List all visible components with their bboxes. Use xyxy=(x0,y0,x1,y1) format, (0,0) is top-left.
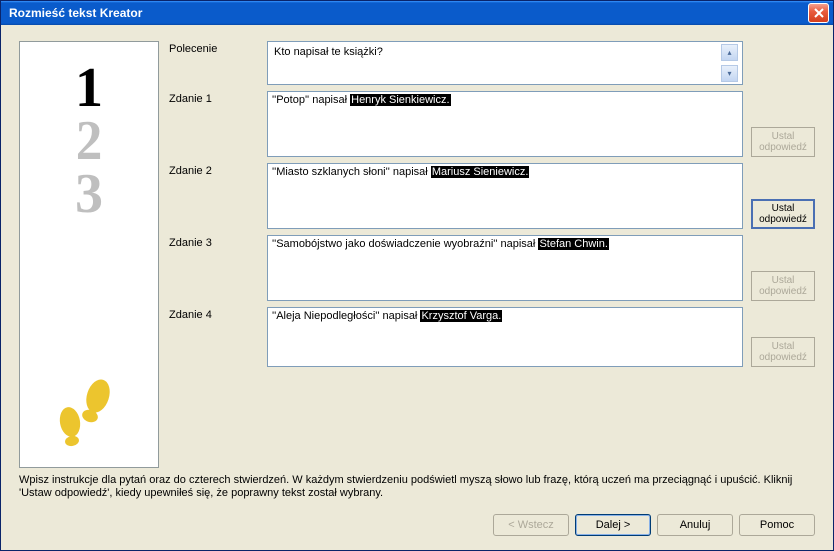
zdanie2-text-hl: Mariusz Sieniewicz. xyxy=(431,166,530,178)
help-button[interactable]: Pomoc xyxy=(739,514,815,536)
zdanie2-text-pre: ''Miasto szklanych słoni'' napisał xyxy=(272,166,431,178)
zdanie1-row: Zdanie 1 ''Potop'' napisał Henryk Sienki… xyxy=(169,91,815,157)
ustal-button-3: Ustal odpowiedź xyxy=(751,271,815,301)
zdanie1-input[interactable]: ''Potop'' napisał Henryk Sienkiewicz. xyxy=(267,91,743,157)
zdanie4-row: Zdanie 4 ''Aleja Niepodległości'' napisa… xyxy=(169,307,815,367)
content-area: 1 2 3 Pole xyxy=(1,25,833,510)
window-title: Rozmieść tekst Kreator xyxy=(9,6,142,20)
zdanie2-row: Zdanie 2 ''Miasto szklanych słoni'' napi… xyxy=(169,163,815,229)
zdanie3-row: Zdanie 3 ''Samobójstwo jako doświadczeni… xyxy=(169,235,815,301)
window-close-button[interactable] xyxy=(808,3,829,23)
hint-text: Wpisz instrukcje dla pytań oraz do czter… xyxy=(19,474,815,500)
zdanie4-text-pre: ''Aleja Niepodległości'' napisał xyxy=(272,310,420,322)
next-button[interactable]: Dalej > xyxy=(575,514,651,536)
zdanie2-input[interactable]: ''Miasto szklanych słoni'' napisał Mariu… xyxy=(267,163,743,229)
zdanie3-label: Zdanie 3 xyxy=(169,235,259,249)
polecenie-input[interactable]: Kto napisał te książki? ▴ ▾ xyxy=(267,41,743,85)
step-numbers: 1 2 3 xyxy=(75,62,103,222)
ustal-button-2[interactable]: Ustal odpowiedź xyxy=(751,199,815,229)
polecenie-row: Polecenie Kto napisał te książki? ▴ ▾ xyxy=(169,41,815,85)
footsteps-icon xyxy=(48,378,128,461)
polecenie-label: Polecenie xyxy=(169,41,259,55)
titlebar: Rozmieść tekst Kreator xyxy=(1,1,833,25)
form-pane: Polecenie Kto napisał te książki? ▴ ▾ xyxy=(169,41,815,468)
step-number-1: 1 xyxy=(75,62,103,115)
main-row: 1 2 3 Pole xyxy=(19,41,815,468)
close-icon xyxy=(814,8,824,18)
step-number-2: 2 xyxy=(76,115,103,168)
zdanie1-label: Zdanie 1 xyxy=(169,91,259,105)
zdanie4-text-hl: Krzysztof Varga. xyxy=(420,310,502,322)
zdanie3-input[interactable]: ''Samobójstwo jako doświadczenie wyobraź… xyxy=(267,235,743,301)
zdanie4-input[interactable]: ''Aleja Niepodległości'' napisał Krzyszt… xyxy=(267,307,743,367)
polecenie-text: Kto napisał te książki? xyxy=(272,44,721,82)
zdanie4-label: Zdanie 4 xyxy=(169,307,259,321)
ustal-button-4: Ustal odpowiedź xyxy=(751,337,815,367)
scroll-down-button[interactable]: ▾ xyxy=(721,65,738,82)
step-number-3: 3 xyxy=(75,168,103,221)
back-button: < Wstecz xyxy=(493,514,569,536)
zdanie3-text-pre: ''Samobójstwo jako doświadczenie wyobraź… xyxy=(272,238,538,250)
cancel-button[interactable]: Anuluj xyxy=(657,514,733,536)
wizard-window: Rozmieść tekst Kreator 1 2 3 xyxy=(0,0,834,551)
wizard-step-graphic: 1 2 3 xyxy=(19,41,159,468)
zdanie1-text-pre: ''Potop'' napisał xyxy=(272,94,350,106)
zdanie3-text-hl: Stefan Chwin. xyxy=(538,238,608,250)
zdanie1-text-hl: Henryk Sienkiewicz. xyxy=(350,94,450,106)
zdanie2-label: Zdanie 2 xyxy=(169,163,259,177)
scroll-up-button[interactable]: ▴ xyxy=(721,44,738,61)
ustal-button-1: Ustal odpowiedź xyxy=(751,127,815,157)
button-bar: < Wstecz Dalej > Anuluj Pomoc xyxy=(1,510,833,550)
scrollbar: ▴ ▾ xyxy=(721,44,738,82)
